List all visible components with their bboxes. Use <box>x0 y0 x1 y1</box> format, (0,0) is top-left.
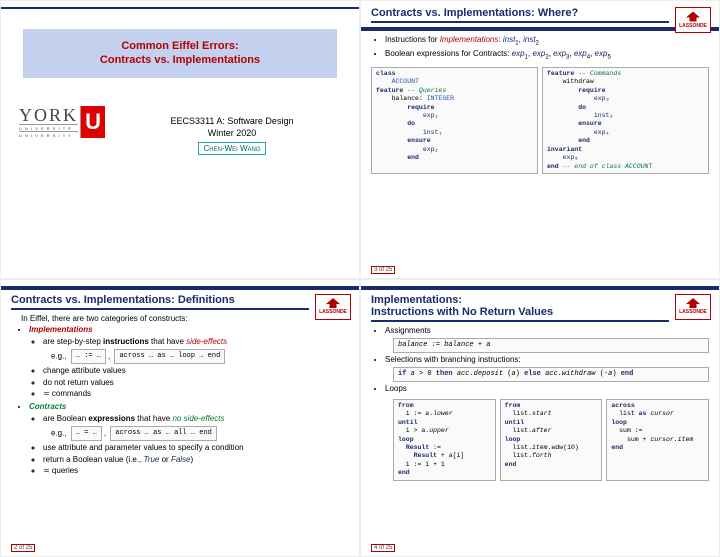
code-if: if a > 0 then acc.deposit (a) else acc.w… <box>393 367 709 382</box>
contr-bullet-2: use attribute and parameter values to sp… <box>43 443 349 453</box>
accent-bar <box>361 286 719 290</box>
bullet-list: Assignments <box>385 326 709 336</box>
bullet-selections: Selections with branching instructions: <box>385 355 709 365</box>
lassonde-logo: LASSONDE <box>675 7 711 33</box>
impl-bullet-2: change attribute values <box>43 366 349 376</box>
bullet-implementations: Instructions for Implementations: inst1,… <box>385 35 709 48</box>
slide-title-text: Contracts vs. Implementations: Definitio… <box>11 294 309 310</box>
bullet-list-3: Loops <box>385 384 709 394</box>
accent-bar <box>361 27 719 31</box>
eg-row-2: e.g., … = …, across … as … all … end <box>51 426 349 441</box>
lassonde-logo: LASSONDE <box>315 294 351 320</box>
slide-where: LASSONDE Contracts vs. Implementations: … <box>360 0 720 279</box>
code-loop-3: across list as cursor loop sum := sum + … <box>606 399 709 481</box>
code-across-all: across … as … all … end <box>110 426 217 441</box>
contr-bullet-3: return a Boolean value (i.e., True or Fa… <box>43 455 349 465</box>
york-u-block: U <box>80 106 105 138</box>
eg-row-1: e.g., … := …, across … as … loop … end <box>51 349 349 364</box>
code-left: class ACCOUNT feature -- Queries balance… <box>371 67 538 174</box>
code-columns: class ACCOUNT feature -- Queries balance… <box>371 65 709 176</box>
loop-row: from i := a.lower until i > a.upper loop… <box>393 397 709 483</box>
author: Chen-Wei Wang <box>198 142 265 155</box>
code-eq: … = … <box>71 426 102 441</box>
slide-instructions: LASSONDE Implementations: Instructions w… <box>360 279 720 557</box>
term: Winter 2020 <box>115 128 349 138</box>
slide-definitions: LASSONDE Contracts vs. Implementations: … <box>0 279 360 557</box>
slide-title-text: Contracts vs. Implementations: Where? <box>371 7 669 23</box>
slide-title: Common Eiffel Errors: Contracts vs. Impl… <box>0 0 360 279</box>
bullet-assignments: Assignments <box>385 326 709 336</box>
accent-bar <box>1 286 359 290</box>
course-code: EECS3311 A: Software Design <box>115 116 349 126</box>
code-assignment: balance := balance + a <box>393 338 709 353</box>
york-logo: YORK U N I V E R S I T É U N I V E R S I… <box>19 106 105 138</box>
york-wordmark: YORK <box>19 106 78 124</box>
page-number: 3 of 25 <box>371 266 395 274</box>
code-loop-2: from list.start until list.after loop li… <box>500 399 603 481</box>
bullet-list-2: Selections with branching instructions: <box>385 355 709 365</box>
lassonde-logo: LASSONDE <box>675 294 711 320</box>
cat-implementations: Implementations are step-by-step instruc… <box>29 325 349 400</box>
title-banner: Common Eiffel Errors: Contracts vs. Impl… <box>23 29 337 78</box>
code-loop-1: from i := a.lower until i > a.upper loop… <box>393 399 496 481</box>
banner-line-1: Common Eiffel Errors: <box>27 39 333 53</box>
york-sub-1: U N I V E R S I T É <box>19 124 78 131</box>
code-right: feature -- Commands withdraw require exp… <box>542 67 709 174</box>
impl-bullet-1: are step-by-step instructions that have … <box>43 337 349 347</box>
york-sub-2: U N I V E R S I T Y <box>19 131 78 138</box>
impl-bullet-3: do not return values <box>43 378 349 388</box>
code-assign: … := … <box>71 349 106 364</box>
bullet-contracts: Boolean expressions for Contracts: exp1,… <box>385 49 709 62</box>
bullet-list: Instructions for Implementations: inst1,… <box>385 35 709 63</box>
slide-title-text: Implementations: Instructions with No Re… <box>371 294 669 322</box>
page-number: 2 of 25 <box>11 544 35 552</box>
outer-list: Implementations are step-by-step instruc… <box>29 325 349 477</box>
bullet-loops: Loops <box>385 384 709 394</box>
banner-line-2: Contracts vs. Implementations <box>27 53 333 67</box>
impl-bullet-4: ≍ commands <box>43 389 349 399</box>
code-across-loop: across … as … loop … end <box>114 349 225 364</box>
top-rule <box>1 7 359 9</box>
cat-contracts: Contracts are Boolean expressions that h… <box>29 402 349 477</box>
contr-bullet-1: are Boolean expressions that have no sid… <box>43 414 349 424</box>
page-number: 4 of 25 <box>371 544 395 552</box>
intro-text: In Eiffel, there are two categories of c… <box>21 314 349 323</box>
contr-bullet-4: ≍ queries <box>43 466 349 476</box>
